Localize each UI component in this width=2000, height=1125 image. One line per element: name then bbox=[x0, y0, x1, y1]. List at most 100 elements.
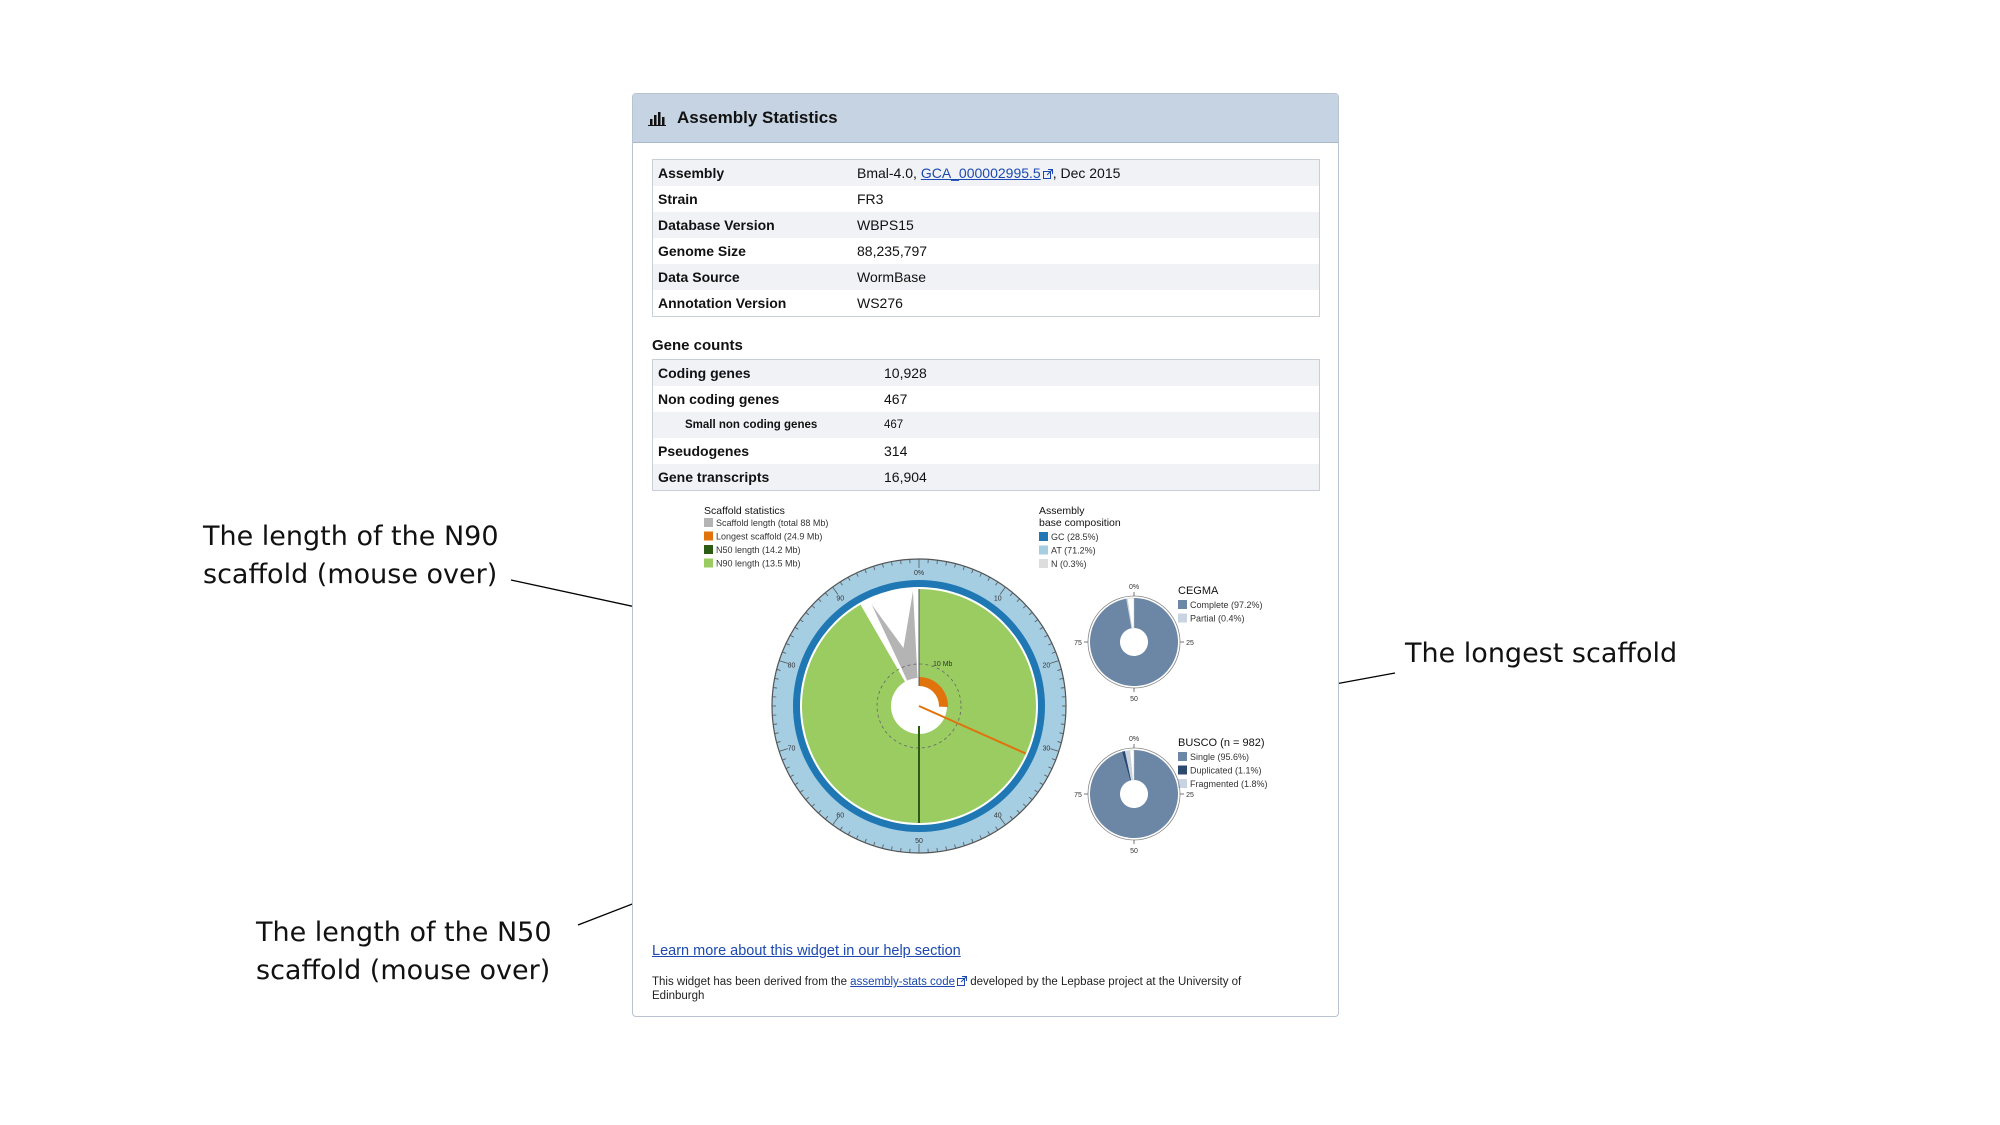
donut-tick-label: 50 bbox=[1130, 848, 1138, 855]
row-value: 16,904 bbox=[884, 469, 927, 485]
composition-legend-subtitle: base composition bbox=[1039, 517, 1121, 529]
ring-tick-label: 20 bbox=[1043, 663, 1051, 670]
row-value: WBPS15 bbox=[857, 217, 914, 233]
row-key: Data Source bbox=[658, 269, 740, 285]
donut-tick-label: 75 bbox=[1074, 792, 1082, 799]
legend-label: N90 length (13.5 Mb) bbox=[716, 559, 801, 569]
ring-tick bbox=[900, 560, 902, 565]
row-key: Coding genes bbox=[658, 365, 751, 381]
busco-title: BUSCO (n = 982) bbox=[1178, 737, 1265, 749]
row-value: 467 bbox=[884, 391, 908, 407]
row-value: 10,928 bbox=[884, 365, 927, 381]
cegma-legend: Complete (97.2%) Partial (0.4%) bbox=[1178, 600, 1263, 624]
scaffold-legend-title: Scaffold statistics bbox=[704, 505, 785, 517]
table-row: Annotation Version WS276 bbox=[652, 290, 1320, 317]
table-row: Coding genes 10,928 bbox=[652, 359, 1320, 386]
assembly-name: Bmal-4.0, bbox=[857, 165, 921, 181]
ring-tick-label: 30 bbox=[1043, 745, 1051, 752]
row-key: Strain bbox=[658, 191, 698, 207]
legend-swatch bbox=[1178, 600, 1187, 609]
external-link-icon bbox=[957, 976, 967, 986]
ring-tick bbox=[900, 847, 902, 852]
donut-tick-label: 25 bbox=[1186, 640, 1194, 647]
table-row: Strain FR3 bbox=[652, 186, 1320, 212]
legend-label: Partial (0.4%) bbox=[1190, 614, 1245, 624]
footer-prefix: This widget has been derived from the bbox=[652, 976, 851, 988]
bar-chart-icon bbox=[647, 110, 667, 127]
help-section-link[interactable]: Learn more about this widget in our help… bbox=[652, 943, 961, 959]
legend-swatch bbox=[1039, 532, 1048, 541]
composition-legend-title: Assembly bbox=[1039, 505, 1085, 517]
assembly-info-table: Assembly Bmal-4.0, GCA_000002995.5 , Dec … bbox=[652, 159, 1320, 317]
table-row: Non coding genes 467 bbox=[652, 386, 1320, 412]
scaffold-legend: Scaffold length (total 88 Mb) Longest sca… bbox=[704, 518, 828, 569]
donut-tick-label: 0% bbox=[1129, 736, 1139, 743]
row-value: Bmal-4.0, GCA_000002995.5 , Dec 2015 bbox=[852, 160, 1320, 187]
legend-swatch bbox=[704, 545, 713, 554]
external-link-icon bbox=[1042, 169, 1053, 179]
table-row: Gene transcripts 16,904 bbox=[652, 464, 1320, 491]
row-key: Non coding genes bbox=[658, 391, 780, 407]
row-key: Database Version bbox=[658, 217, 775, 233]
busco-donut: 0% 25 50 75 bbox=[1074, 736, 1194, 855]
legend-swatch bbox=[1039, 545, 1048, 555]
ring-tick-label: 0% bbox=[914, 570, 924, 577]
assembly-accession-link[interactable]: GCA_000002995.5 bbox=[921, 165, 1041, 181]
row-key: Gene transcripts bbox=[658, 469, 770, 485]
table-row: Assembly Bmal-4.0, GCA_000002995.5 , Dec … bbox=[652, 159, 1320, 187]
legend-swatch bbox=[1039, 559, 1048, 568]
ring-tick-label: 10 bbox=[994, 596, 1002, 603]
footer-text: This widget has been derived from the as… bbox=[652, 975, 1292, 1003]
ring-tick-label: 40 bbox=[994, 812, 1002, 819]
row-key: Pseudogenes bbox=[658, 443, 750, 459]
cegma-donut: 0% 25 50 75 bbox=[1074, 584, 1194, 703]
row-key: Assembly bbox=[658, 165, 725, 181]
ring-tick bbox=[936, 560, 938, 565]
ring-tick-label: 60 bbox=[836, 812, 844, 819]
ring-tick bbox=[1060, 687, 1065, 689]
row-key: Genome Size bbox=[658, 243, 746, 259]
legend-swatch bbox=[1178, 765, 1187, 775]
legend-label: AT (71.2%) bbox=[1051, 546, 1096, 556]
legend-label: Complete (97.2%) bbox=[1190, 600, 1263, 610]
row-key: Annotation Version bbox=[658, 295, 787, 311]
row-key: Small non coding genes bbox=[685, 419, 818, 431]
row-value: WS276 bbox=[857, 295, 903, 311]
legend-label: N (0.3%) bbox=[1051, 559, 1087, 569]
table-row: Database Version WBPS15 bbox=[652, 212, 1320, 238]
row-value: 314 bbox=[884, 443, 908, 459]
assembly-date: , Dec 2015 bbox=[1052, 165, 1121, 181]
annotation-n90: The length of the N90 scaffold (mouse ov… bbox=[203, 521, 499, 590]
legend-label: Duplicated (1.1%) bbox=[1190, 766, 1262, 776]
legend-swatch bbox=[1178, 613, 1187, 623]
legend-swatch bbox=[1178, 752, 1187, 761]
donut-tick-label: 0% bbox=[1129, 584, 1139, 591]
radial-scale-label: 10 Mb bbox=[933, 661, 953, 668]
cegma-title: CEGMA bbox=[1178, 585, 1219, 597]
ring-tick bbox=[773, 687, 778, 689]
row-value: 88,235,797 bbox=[857, 243, 928, 259]
table-row: Genome Size 88,235,797 bbox=[652, 238, 1320, 264]
legend-swatch bbox=[704, 558, 713, 568]
row-value: 467 bbox=[884, 419, 904, 431]
row-value: WormBase bbox=[857, 269, 926, 285]
gene-counts-title: Gene counts bbox=[652, 337, 743, 354]
ring-tick bbox=[773, 723, 778, 725]
busco-legend: Single (95.6%) Duplicated (1.1%) Fragmente… bbox=[1178, 752, 1268, 789]
legend-label: GC (28.5%) bbox=[1051, 532, 1099, 542]
table-row: Small non coding genes 467 bbox=[652, 412, 1320, 438]
donut-tick-label: 25 bbox=[1186, 792, 1194, 799]
table-row: Data Source WormBase bbox=[652, 264, 1320, 290]
assembly-stats-code-link[interactable]: assembly-stats code bbox=[850, 976, 955, 988]
annotation-n50: The length of the N50 scaffold (mouse ov… bbox=[256, 917, 552, 986]
legend-label: Fragmented (1.8%) bbox=[1190, 779, 1268, 789]
legend-swatch bbox=[704, 531, 713, 541]
ring-tick bbox=[1060, 723, 1065, 725]
donut-tick-label: 75 bbox=[1074, 640, 1082, 647]
ring-tick bbox=[936, 847, 938, 852]
composition-legend: GC (28.5%) AT (71.2%) N (0.3%) bbox=[1039, 532, 1099, 569]
annotation-longest: The longest scaffold bbox=[1405, 638, 1678, 669]
ring-tick-label: 50 bbox=[915, 838, 923, 845]
row-value: FR3 bbox=[857, 191, 884, 207]
gene-counts-table: Coding genes 10,928 Non coding genes 467 S… bbox=[652, 359, 1320, 491]
